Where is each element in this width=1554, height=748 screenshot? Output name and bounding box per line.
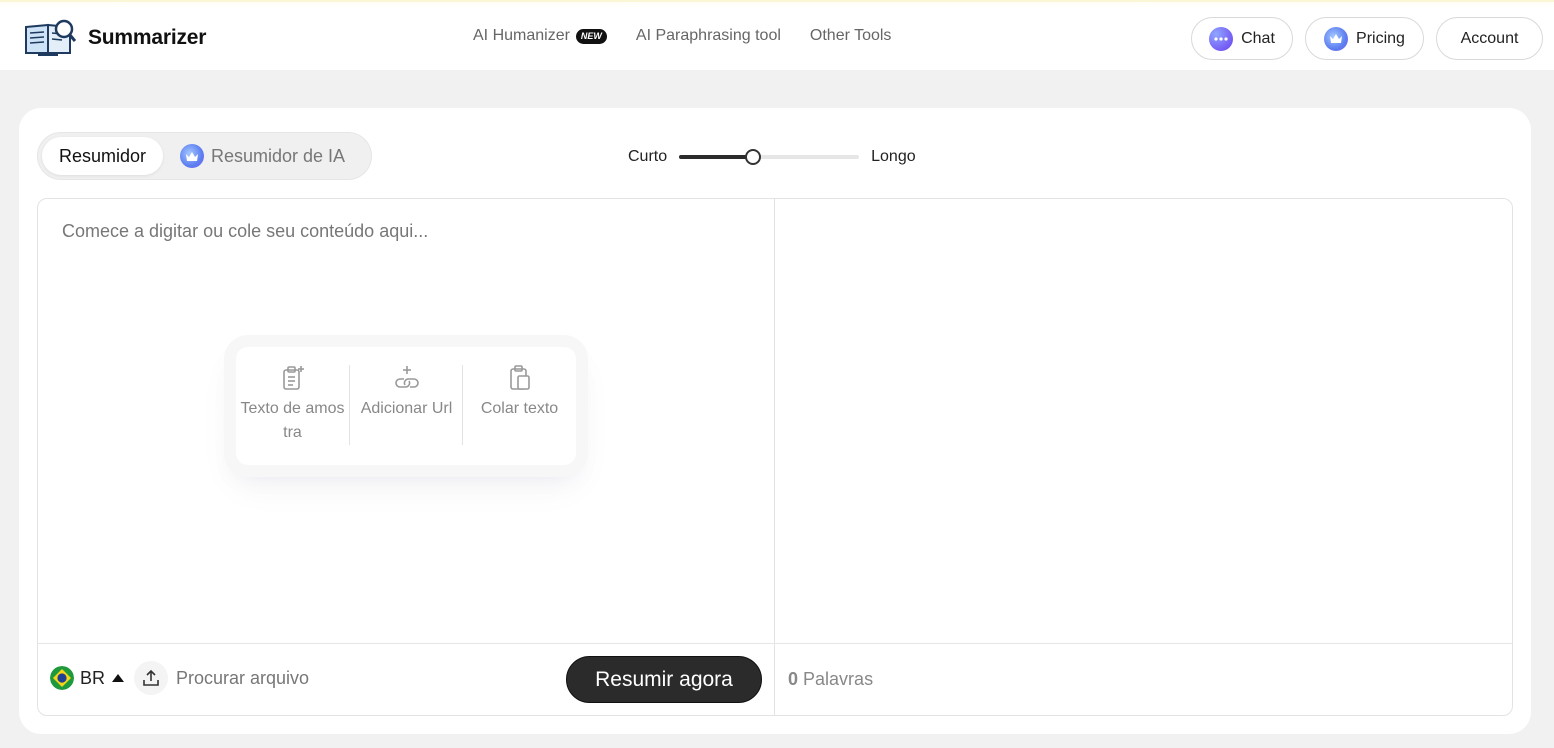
logo-text: Summarizer: [88, 26, 207, 49]
quick-actions: Texto de amos tra Adicionar Url Colar te…: [236, 347, 576, 465]
pane-divider: [774, 199, 775, 715]
nav-ai-humanizer-label: AI Humanizer: [473, 27, 570, 44]
word-count-value: 0: [788, 669, 799, 689]
add-url-button[interactable]: Adicionar Url: [350, 347, 463, 465]
mode-ai-label: Resumidor de IA: [211, 145, 346, 166]
length-slider[interactable]: [679, 149, 860, 165]
nav-ai-paraphrasing-label: AI Paraphrasing tool: [635, 27, 781, 44]
mode-resumidor-tab[interactable]: Resumidor: [42, 137, 163, 175]
mode-resumidor-label: Resumidor: [58, 145, 147, 166]
chat-button[interactable]: Chat: [1191, 17, 1293, 60]
summarizer-card: Resumidor Resumidor de IA Curto Longo Co…: [19, 108, 1531, 734]
nav-ai-humanizer[interactable]: AI Humanizer NEW: [473, 27, 607, 45]
word-count-label: Palavras: [803, 669, 874, 689]
paste-text-button[interactable]: Colar texto: [463, 347, 576, 465]
input-textarea[interactable]: Comece a digitar ou cole seu conteúdo aq…: [62, 221, 428, 242]
logo[interactable]: Summarizer: [24, 19, 206, 57]
nav-other-tools-label: Other Tools: [809, 27, 892, 44]
crown-icon: [180, 144, 204, 168]
add-url-icon: [394, 365, 420, 391]
chat-label: Chat: [1241, 29, 1275, 47]
footer-divider: [38, 643, 1512, 644]
crown-icon: [1324, 26, 1349, 51]
sample-text-label: Texto de amos tra: [240, 400, 345, 441]
book-magnifier-icon: [25, 19, 76, 56]
slider-thumb[interactable]: [744, 149, 761, 165]
editor-panes: Comece a digitar ou cole seu conteúdo aq…: [37, 198, 1513, 716]
chat-bubble-icon: [1209, 26, 1234, 51]
paste-icon: [507, 365, 533, 391]
word-count: 0 Palavras: [788, 669, 873, 690]
length-short-label: Curto: [628, 148, 668, 165]
language-selector[interactable]: BR: [50, 666, 125, 690]
pricing-label: Pricing: [1356, 29, 1405, 47]
length-control: Curto Longo: [628, 148, 916, 166]
mode-toggle: Resumidor Resumidor de IA: [37, 132, 372, 180]
main-nav: AI Humanizer NEW AI Paraphrasing tool Ot…: [473, 27, 891, 45]
top-header: Summarizer AI Humanizer NEW AI Paraphras…: [0, 0, 1554, 70]
nav-other-tools[interactable]: Other Tools: [810, 27, 892, 45]
summarize-now-label: Resumir agora: [595, 667, 733, 691]
pricing-button[interactable]: Pricing: [1305, 17, 1424, 60]
caret-up-icon: [112, 674, 125, 682]
upload-icon: [134, 661, 168, 695]
paste-text-label: Colar texto: [480, 400, 559, 417]
account-button[interactable]: Account: [1436, 17, 1543, 60]
length-long-label: Longo: [871, 148, 916, 165]
brazil-flag-icon: [50, 666, 74, 690]
nav-ai-paraphrasing[interactable]: AI Paraphrasing tool: [636, 27, 781, 45]
browse-file-label: Procurar arquivo: [176, 667, 310, 688]
account-label: Account: [1460, 29, 1519, 47]
mode-ai-tab[interactable]: Resumidor de IA: [180, 137, 345, 175]
sample-text-icon: [280, 365, 306, 391]
sample-text-button[interactable]: Texto de amos tra: [236, 347, 349, 465]
slider-fill: [679, 155, 753, 159]
summarize-now-button[interactable]: Resumir agora: [566, 656, 762, 703]
browse-file-button[interactable]: Procurar arquivo: [134, 661, 309, 695]
language-label: BR: [80, 667, 106, 688]
add-url-label: Adicionar Url: [360, 400, 453, 417]
new-badge: NEW: [575, 28, 607, 44]
